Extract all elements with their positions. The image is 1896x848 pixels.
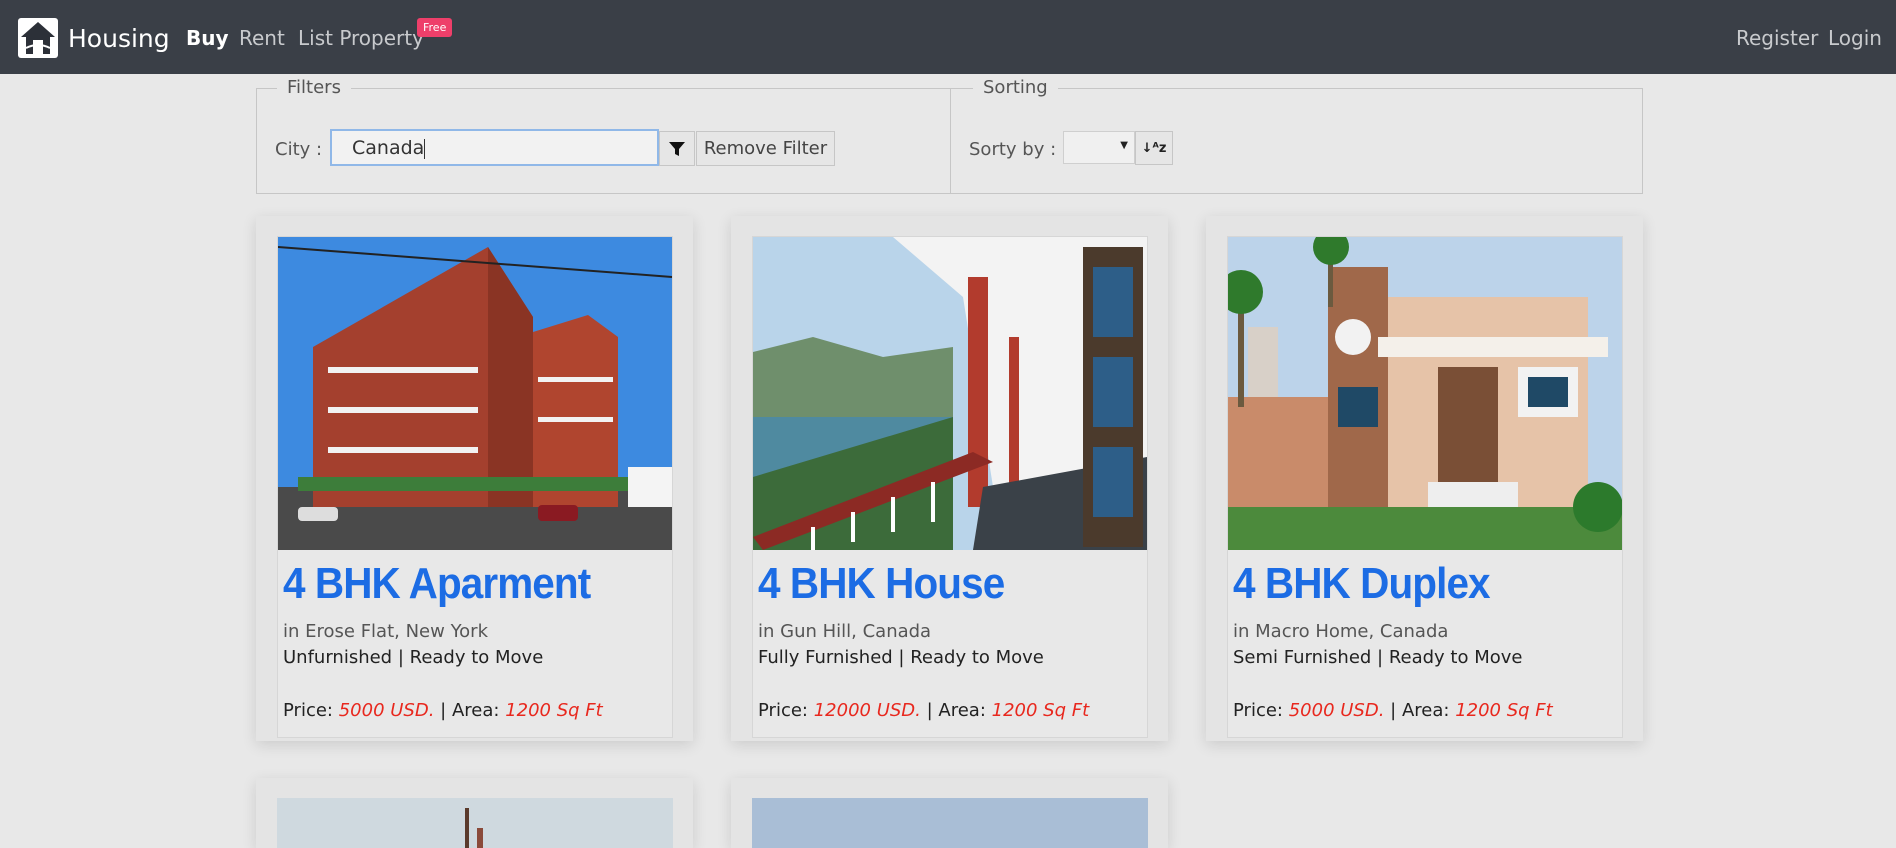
city-input-value: Canada <box>352 137 425 159</box>
area-value: 1200 Sq Ft <box>991 700 1090 721</box>
listing-card[interactable] <box>256 778 693 848</box>
brand-text: Housing <box>68 23 170 53</box>
listing-price-row: Price: 12000 USD. | Area: 1200 Sq Ft <box>758 700 1089 721</box>
sorting-legend: Sorting <box>973 77 1058 98</box>
listing-card-body: 4 BHK Duplex in Macro Home, Canada Semi … <box>1227 236 1623 738</box>
sort-direction-button[interactable]: ↓ᴬz <box>1135 131 1173 165</box>
brand-link[interactable]: Housing <box>18 18 170 58</box>
listing-furnishing: Semi Furnished | Ready to Move <box>1233 647 1523 668</box>
listing-image <box>277 798 673 848</box>
listing-image <box>753 237 1147 550</box>
listing-image <box>1228 237 1622 550</box>
price-label: Price: <box>283 700 333 721</box>
free-badge: Free <box>417 18 453 37</box>
price-label: Price: <box>758 700 808 721</box>
listing-title[interactable]: 4 BHK House <box>758 559 1005 609</box>
nav-login[interactable]: Login <box>1828 26 1882 50</box>
area-label: | Area: <box>1390 700 1450 721</box>
filter-icon <box>669 141 685 156</box>
listing-furnishing: Unfurnished | Ready to Move <box>283 647 544 668</box>
sort-label: Sorty by : <box>969 139 1057 160</box>
listing-card[interactable]: 4 BHK Duplex in Macro Home, Canada Semi … <box>1206 216 1643 741</box>
area-label: | Area: <box>440 700 500 721</box>
price-value: 12000 USD. <box>813 700 921 721</box>
listing-card-body: 4 BHK Aparment in Erose Flat, New York U… <box>277 236 673 738</box>
listing-card-body: 4 BHK House in Gun Hill, Canada Fully Fu… <box>752 236 1148 738</box>
city-input[interactable]: Canada <box>330 129 659 166</box>
listing-location: in Erose Flat, New York <box>283 621 489 642</box>
area-value: 1200 Sq Ft <box>1455 700 1553 721</box>
listing-card[interactable] <box>731 778 1168 848</box>
listing-price-row: Price: 5000 USD. | Area: 1200 Sq Ft <box>1233 700 1553 721</box>
listing-furnishing: Fully Furnished | Ready to Move <box>758 647 1044 668</box>
listing-price-row: Price: 5000 USD. | Area: 1200 Sq Ft <box>283 700 603 721</box>
area-label: | Area: <box>926 700 986 721</box>
price-label: Price: <box>1233 700 1283 721</box>
nav-list-property[interactable]: List Property <box>298 26 424 50</box>
nav-register[interactable]: Register <box>1736 26 1818 50</box>
nav-rent[interactable]: Rent <box>239 26 285 50</box>
listing-card[interactable]: 4 BHK House in Gun Hill, Canada Fully Fu… <box>731 216 1168 741</box>
listing-location: in Gun Hill, Canada <box>758 621 932 642</box>
house-logo-icon <box>18 18 58 58</box>
listing-location: in Macro Home, Canada <box>1233 621 1449 642</box>
price-value: 5000 USD. <box>338 700 435 721</box>
sort-select[interactable]: ▼ <box>1063 131 1135 164</box>
listing-image <box>752 798 1148 848</box>
city-label: City : <box>275 139 323 160</box>
listing-title[interactable]: 4 BHK Duplex <box>1233 559 1491 609</box>
navbar: Housing Buy Rent List Property Free Regi… <box>0 0 1896 74</box>
filters-legend: Filters <box>277 77 351 98</box>
listing-title[interactable]: 4 BHK Aparment <box>283 559 591 609</box>
sort-alpha-icon: ↓ᴬz <box>1141 140 1167 156</box>
area-value: 1200 Sq Ft <box>505 700 603 721</box>
price-value: 5000 USD. <box>1288 700 1385 721</box>
listing-card[interactable]: 4 BHK Aparment in Erose Flat, New York U… <box>256 216 693 741</box>
remove-filter-button[interactable]: Remove Filter <box>696 131 835 166</box>
filter-button[interactable] <box>659 131 695 166</box>
dropdown-arrow-icon: ▼ <box>1120 140 1128 151</box>
listing-image <box>278 237 672 550</box>
nav-buy[interactable]: Buy <box>186 26 229 50</box>
